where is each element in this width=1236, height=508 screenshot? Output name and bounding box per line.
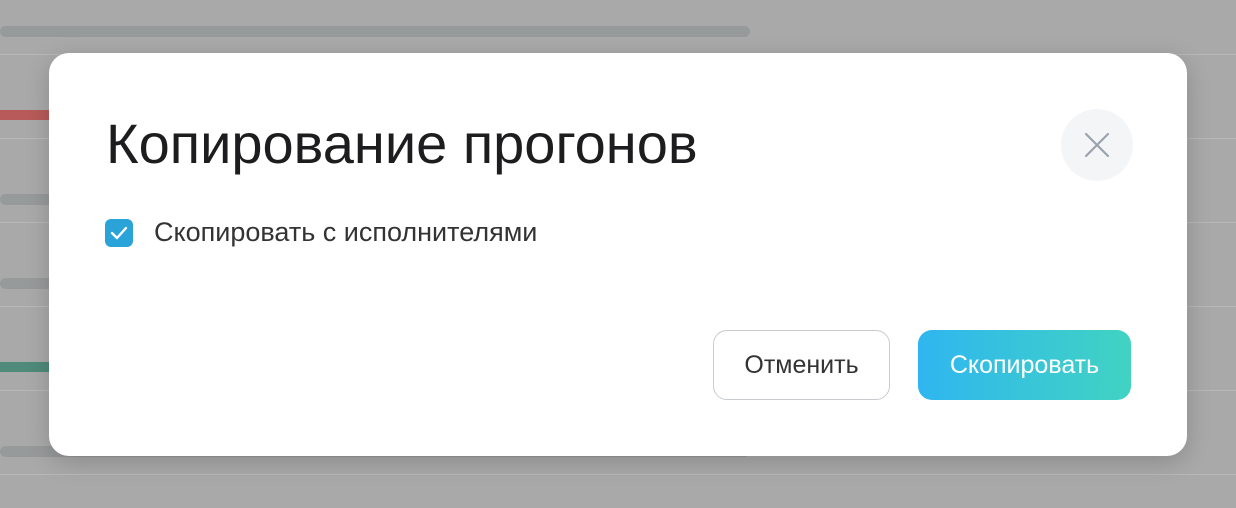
copy-button[interactable]: Скопировать <box>918 330 1131 400</box>
copy-with-assignees-option[interactable]: Скопировать с исполнителями <box>105 217 537 248</box>
close-icon <box>1084 132 1110 158</box>
background-bar <box>0 26 750 37</box>
close-button[interactable] <box>1061 109 1133 181</box>
dialog-title: Копирование прогонов <box>106 112 698 175</box>
copy-runs-dialog: Копирование прогонов Скопировать с испол… <box>49 53 1187 456</box>
copy-with-assignees-checkbox[interactable] <box>105 218 133 247</box>
checkbox-label: Скопировать с исполнителями <box>154 217 538 247</box>
cancel-button[interactable]: Отменить <box>713 330 890 400</box>
checkmark-icon <box>110 226 128 239</box>
background-row-divider <box>0 474 1236 475</box>
